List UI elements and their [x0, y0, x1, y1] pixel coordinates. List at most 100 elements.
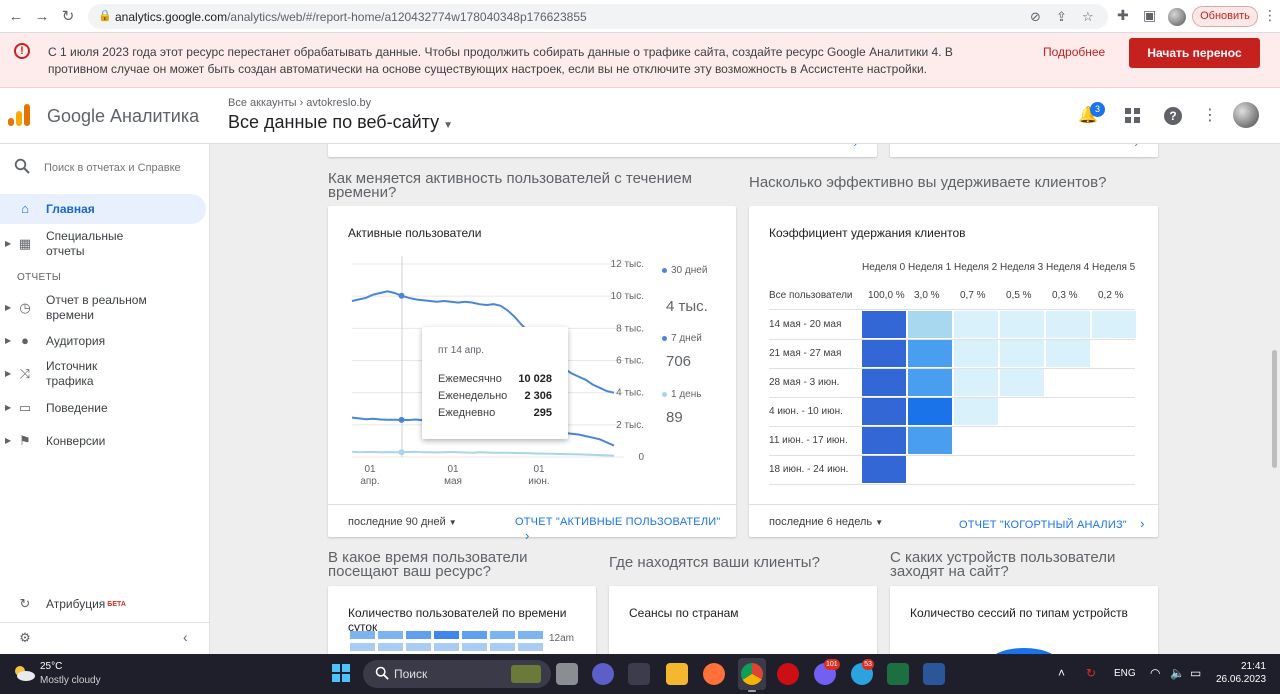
battery-icon[interactable]: ▭	[1190, 666, 1201, 680]
windows-start-icon[interactable]	[332, 664, 350, 682]
sidebar-item-audience[interactable]: ▶ ● Аудитория	[0, 332, 206, 352]
help-icon[interactable]: ?	[1164, 107, 1182, 125]
chevron-up-icon[interactable]: ˄	[1058, 666, 1065, 680]
weather-description[interactable]: Mostly cloudy	[40, 675, 101, 686]
word-icon[interactable]	[923, 663, 945, 685]
volume-icon[interactable]: 🔈	[1170, 666, 1185, 680]
caret-down-icon: ▼	[448, 518, 457, 527]
collapse-sidebar-icon[interactable]: ‹	[183, 629, 188, 645]
sidebar-item-realtime[interactable]: ▶ ◷ Отчет в реальном времени	[0, 292, 206, 324]
apps-grid-icon[interactable]	[1125, 108, 1141, 124]
cohort-cell[interactable]	[862, 427, 906, 454]
side-panel-icon[interactable]: ▣	[1143, 7, 1156, 24]
hour-cell[interactable]	[350, 643, 375, 651]
start-migration-button[interactable]: Начать перенос	[1129, 38, 1260, 68]
sync-icon[interactable]: ↻	[1086, 666, 1096, 680]
cohort-cell[interactable]	[1000, 311, 1044, 338]
cohort-cell[interactable]	[1000, 369, 1044, 396]
cohort-report-link[interactable]: ОТЧЕТ "КОГОРТНЫЙ АНАЛИЗ" ›	[959, 516, 1145, 531]
more-info-link[interactable]: Подробнее	[1043, 45, 1105, 59]
sidebar-item-attribution[interactable]: ↻ Атрибуция БЕТА	[0, 595, 206, 615]
cohort-cell[interactable]	[954, 369, 998, 396]
hour-cell[interactable]	[462, 643, 487, 651]
hour-cell[interactable]	[378, 631, 403, 639]
cohort-week-header: Неделя 0	[862, 262, 906, 273]
firefox-icon[interactable]	[703, 663, 725, 685]
more-menu-icon[interactable]: ⋮	[1200, 106, 1220, 126]
admin-gear-icon[interactable]: ⚙	[18, 631, 32, 645]
back-icon[interactable]: ←	[6, 7, 26, 27]
widgets-icon[interactable]	[628, 663, 650, 685]
bookmark-star-icon[interactable]: ☆	[1082, 9, 1094, 25]
hour-cell[interactable]	[518, 643, 543, 651]
chevron-right-icon[interactable]: ›	[1134, 144, 1138, 150]
wifi-icon[interactable]: ◠	[1150, 666, 1160, 680]
cohort-cell[interactable]	[862, 398, 906, 425]
update-button[interactable]: Обновить	[1192, 6, 1258, 27]
active-users-card: Активные пользователи 12 тыс. 10 тыс. 8 ты…	[328, 206, 736, 543]
cohort-cell[interactable]	[908, 369, 952, 396]
y-tick-label: 8 тыс.	[616, 323, 644, 334]
cohort-range-dropdown[interactable]: последние 6 недель ▼	[769, 516, 883, 528]
sidebar-item-home[interactable]: ⌂ Главная	[0, 194, 206, 224]
account-breadcrumb[interactable]: Все аккаунты › avtokreslo.by	[228, 97, 371, 109]
hour-cell[interactable]	[490, 631, 515, 639]
sidebar-item-custom-reports[interactable]: ▶ ▦ Специальные отчеты	[0, 228, 206, 260]
hour-cell[interactable]	[350, 631, 375, 639]
system-clock[interactable]: 21:41 26.06.2023	[1216, 660, 1266, 686]
address-bar[interactable]: 🔒 analytics.google.com/analytics/web/#/r…	[88, 4, 1108, 29]
sidebar-search[interactable]	[0, 154, 210, 182]
forward-icon[interactable]: →	[32, 7, 52, 27]
teams-chat-icon[interactable]	[592, 663, 614, 685]
cohort-cell[interactable]	[1046, 340, 1090, 367]
cohort-cell[interactable]	[1092, 311, 1136, 338]
chevron-right-icon[interactable]: ›	[853, 144, 857, 150]
active-users-report-link[interactable]: ОТЧЕТ "АКТИВНЫЕ ПОЛЬЗОВАТЕЛИ" ›	[515, 516, 736, 543]
weather-temperature[interactable]: 25°C	[40, 661, 62, 672]
sidebar-item-conversions[interactable]: ▶ ⚑ Конверсии	[0, 432, 206, 452]
user-avatar[interactable]	[1233, 102, 1259, 128]
sidebar-item-acquisition[interactable]: ▶ ⤨ Источник трафика	[0, 358, 206, 390]
date-range-dropdown[interactable]: последние 90 дней ▼	[348, 516, 457, 528]
cohort-cell[interactable]	[862, 369, 906, 396]
product-name: Google Аналитика	[47, 106, 200, 126]
hour-cell[interactable]	[462, 631, 487, 639]
reload-icon[interactable]: ↻	[58, 7, 78, 27]
excel-icon[interactable]	[887, 663, 909, 685]
property-selector[interactable]: Все данные по веб-сайту ▼	[228, 112, 453, 133]
hour-cell[interactable]	[434, 631, 459, 639]
tracking-protection-icon[interactable]: ⊘	[1030, 9, 1041, 25]
sidebar-item-behavior[interactable]: ▶ ▭ Поведение	[0, 399, 206, 419]
notifications-badge: 3	[1090, 102, 1105, 117]
hour-cell[interactable]	[434, 643, 459, 651]
scrollbar-thumb[interactable]	[1272, 350, 1277, 468]
browser-menu-icon[interactable]: ⋮	[1263, 7, 1277, 24]
cohort-cell[interactable]	[954, 311, 998, 338]
cohort-cell[interactable]	[954, 398, 998, 425]
hour-cell[interactable]	[406, 631, 431, 639]
cohort-cell[interactable]	[862, 311, 906, 338]
cohort-cell[interactable]	[1046, 311, 1090, 338]
taskbar-search[interactable]: Поиск	[363, 660, 551, 688]
browser-profile-avatar[interactable]	[1168, 8, 1186, 26]
share-icon[interactable]: ⇪	[1056, 9, 1067, 25]
cohort-cell[interactable]	[1000, 340, 1044, 367]
hour-cell[interactable]	[490, 643, 515, 651]
cohort-cell[interactable]	[954, 340, 998, 367]
cohort-cell[interactable]	[908, 311, 952, 338]
cohort-cell[interactable]	[908, 398, 952, 425]
chrome-icon[interactable]	[741, 663, 763, 685]
language-indicator[interactable]: ENG	[1114, 668, 1136, 679]
hour-cell[interactable]	[518, 631, 543, 639]
search-input[interactable]	[44, 157, 190, 179]
hour-cell[interactable]	[406, 643, 431, 651]
opera-icon[interactable]	[777, 663, 799, 685]
hour-cell[interactable]	[378, 643, 403, 651]
cohort-cell[interactable]	[862, 456, 906, 483]
extensions-icon[interactable]: ✚	[1117, 7, 1129, 24]
cohort-cell[interactable]	[908, 427, 952, 454]
file-explorer-icon[interactable]	[666, 663, 688, 685]
cohort-cell[interactable]	[862, 340, 906, 367]
task-view-icon[interactable]	[556, 663, 578, 685]
cohort-cell[interactable]	[908, 340, 952, 367]
